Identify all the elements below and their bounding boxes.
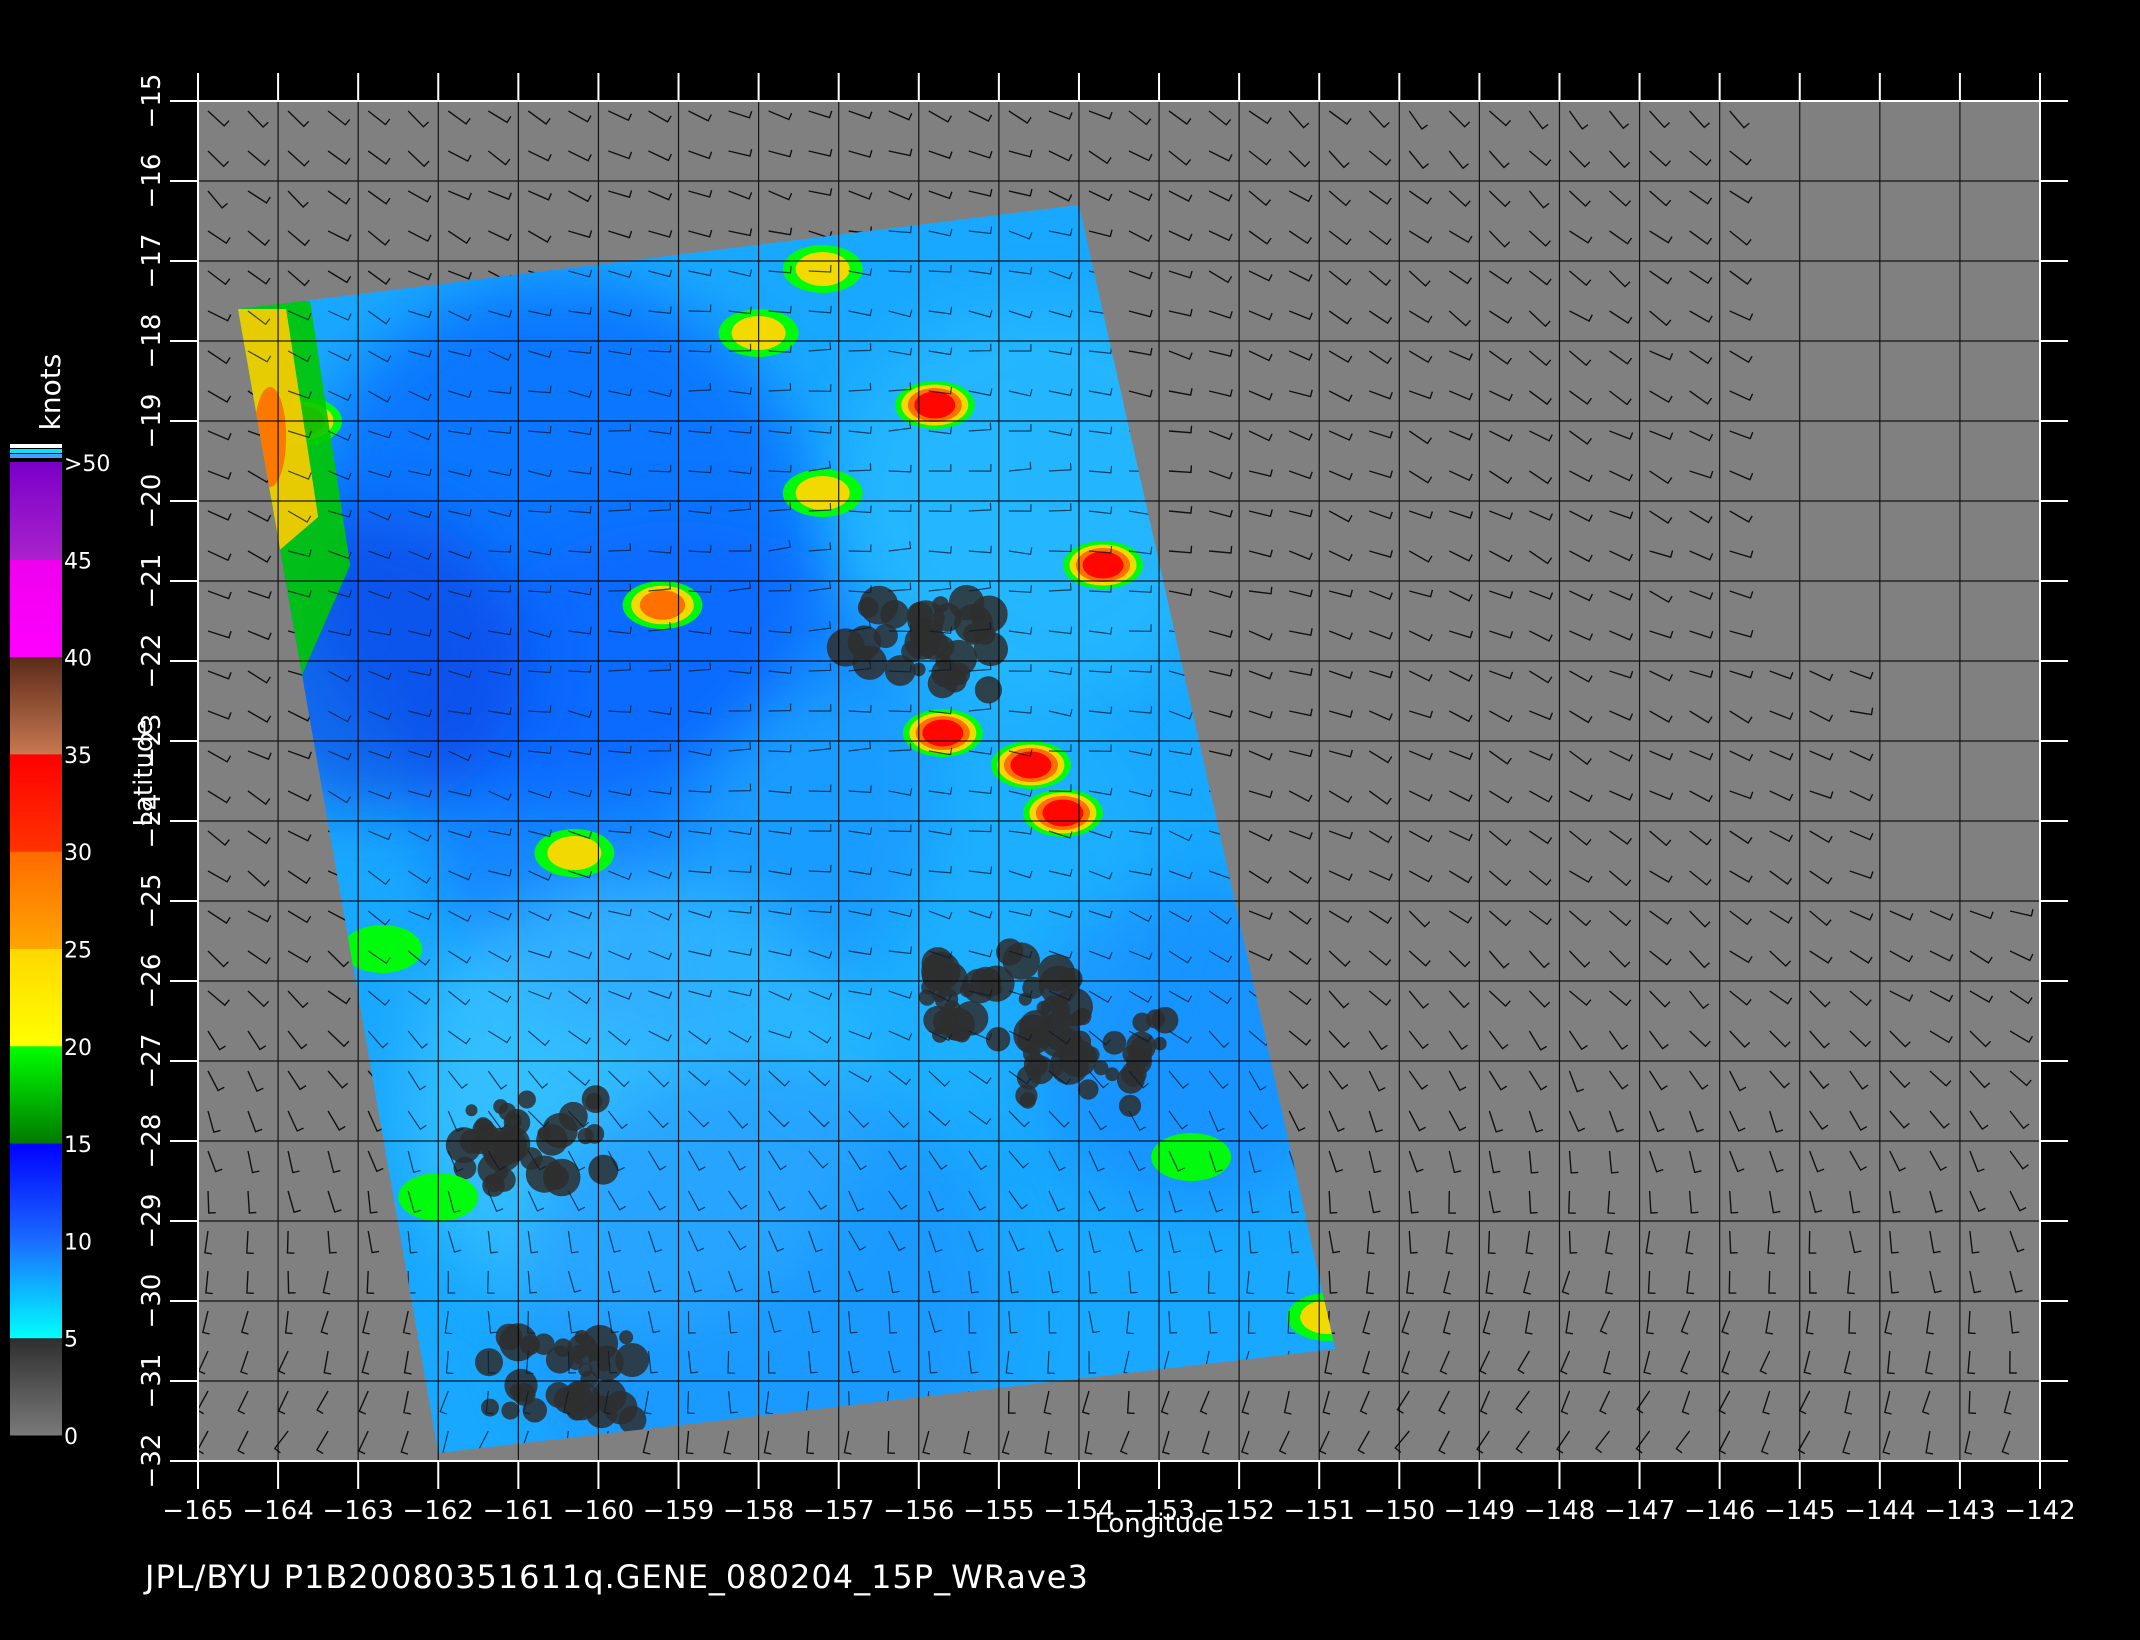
x-axis-label: Longitude [1094,1509,1223,1539]
lon-tick-label: −148 [1524,1496,1595,1526]
lon-tick-label: −149 [1444,1496,1515,1526]
wind-cell [894,381,975,429]
lat-tick-label: −31 [137,1354,167,1409]
lon-tick-label: −162 [403,1496,474,1526]
lat-tick-label: −21 [137,554,167,609]
colorbar-tick-label: 40 [64,647,92,672]
lon-tick-label: −157 [803,1496,874,1526]
wind-cell [1151,1133,1232,1181]
colorbar-band [10,1240,62,1339]
lon-tick-label: −161 [483,1496,554,1526]
lat-tick-label: −32 [137,1434,167,1489]
lon-tick-label: −144 [1844,1496,1915,1526]
footer-caption: JPL/BYU P1B20080351611q.GENE_080204_15P_… [145,1558,1089,1596]
lon-tick-label: −164 [242,1496,313,1526]
lat-tick-label: −18 [137,314,167,369]
wind-cell [1063,541,1143,589]
lat-tick-label: −22 [137,634,167,689]
lon-tick-label: −165 [162,1496,233,1526]
colorbar-tick-label: 20 [64,1036,92,1061]
lon-tick-label: −160 [563,1496,634,1526]
lon-tick-label: −143 [1924,1496,1995,1526]
wind-cell [902,709,983,757]
wind-map: 0 5 10 15 20 25 30 35 40 45 >50 knots −165 −164 −163… [10,73,2076,1539]
lon-tick-label: −156 [883,1496,954,1526]
wind-cell [622,581,703,629]
colorbar-overflow-stripe [10,449,62,453]
wind-cell [342,925,423,973]
colorbar-tick-label: 35 [64,744,92,769]
colorbar-tick-label: >50 [64,452,110,477]
colorbar-tick-label: 30 [64,841,92,866]
colorbar-band [10,753,62,852]
colorbar-unit-label: knots [34,354,67,431]
lat-tick-label: −28 [137,1114,167,1169]
lon-tick-label: −150 [1364,1496,1435,1526]
colorbar-band [10,559,62,658]
lat-tick-label: −15 [137,74,167,129]
lat-tick-label: −25 [137,874,167,929]
lon-tick-label: −145 [1764,1496,1835,1526]
lon-tick-label: −151 [1284,1496,1355,1526]
lat-tick-label: −29 [137,1194,167,1249]
colorbar-band [10,462,62,560]
colorbar-band [10,948,62,1047]
lat-tick-label: −19 [137,394,167,449]
lat-tick-label: −20 [137,474,167,529]
colorbar-band [10,1337,62,1436]
colorbar-tick-label: 5 [64,1328,78,1353]
lat-tick-label: −30 [137,1274,167,1329]
wind-cell [782,245,863,293]
colorbar-tick-label: 25 [64,939,92,964]
map-plot-area [197,100,2041,1462]
lon-tick-label: −146 [1684,1496,1755,1526]
colorbar-tick-label: 15 [64,1133,92,1158]
y-axis-label: Latitude [129,719,159,826]
colorbar-overflow-stripe [10,454,62,458]
lon-tick-label: −159 [643,1496,714,1526]
colorbar-tick-label: 0 [64,1425,78,1450]
lon-tick-label: −142 [2004,1496,2075,1526]
lon-tick-label: −163 [322,1496,393,1526]
colorbar-band [10,1045,62,1144]
colorbar-overflow-stripe [10,444,62,448]
colorbar-band [10,656,62,755]
lon-tick-label: −147 [1604,1496,1675,1526]
lat-tick-label: −27 [137,1034,167,1089]
colorbar-legend: 0 5 10 15 20 25 30 35 40 45 >50 [10,444,110,1450]
colorbar-tick-label: 10 [64,1230,92,1255]
colorbar-tick-label: 45 [64,549,92,574]
lat-tick-label: −16 [137,154,167,209]
wind-cell [990,741,1071,789]
colorbar-band [10,1143,62,1241]
lat-tick-label: −26 [137,954,167,1009]
wind-cell [1022,789,1103,837]
lon-tick-label: −158 [723,1496,794,1526]
lat-tick-label: −17 [137,234,167,289]
lon-tick-label: −155 [963,1496,1034,1526]
colorbar-band [10,851,62,949]
